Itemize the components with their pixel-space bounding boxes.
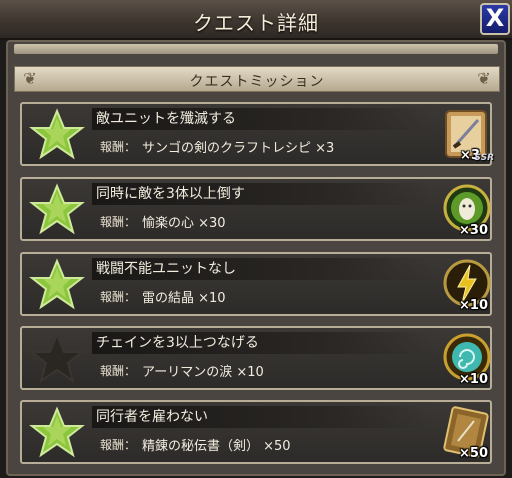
mission-row: チェインを3以上つなげる 報酬： アーリマンの涙 ×10 ×10	[20, 326, 492, 390]
reward-text: 精錬の秘伝書（剣） ×50	[142, 439, 291, 454]
mission-row: 戦闘不能ユニットなし 報酬： 雷の結晶 ×10 ×10	[20, 252, 492, 316]
star-complete-icon	[26, 183, 88, 235]
reward-label: 報酬：	[100, 215, 137, 229]
close-icon: X	[485, 4, 505, 32]
reward-item[interactable]: ×10	[440, 331, 494, 387]
page-title: クエスト詳細	[193, 11, 319, 35]
reward-text: 雷の結晶 ×10	[142, 291, 226, 306]
reward-item[interactable]: ×3 SSR	[440, 107, 494, 163]
reward-quantity: ×10	[459, 298, 488, 313]
mission-row: 同行者を雇わない 報酬： 精錬の秘伝書（剣） ×50 ×50	[20, 400, 492, 464]
mission-name: 同時に敵を3体以上倒す	[92, 183, 432, 205]
reward-item[interactable]: ×50	[440, 405, 494, 461]
star-complete-icon	[26, 108, 88, 160]
mission-row: 同時に敵を3体以上倒す 報酬： 愉楽の心 ×30 ×30	[20, 177, 492, 241]
reward-item[interactable]: ×10	[440, 257, 494, 313]
reward-quantity: ×30	[459, 223, 488, 238]
mission-name: チェインを3以上つなげる	[92, 332, 432, 354]
reward-label: 報酬：	[100, 364, 137, 378]
top-strip	[14, 44, 498, 54]
star-complete-icon	[26, 258, 88, 310]
ornament-right-icon: ❦	[477, 69, 491, 88]
reward-label: 報酬：	[100, 140, 137, 154]
title-bar: クエスト詳細 X	[0, 0, 512, 40]
star-incomplete-icon	[26, 332, 88, 384]
reward-text: サンゴの剣のクラフトレシピ ×3	[142, 141, 335, 156]
section-header: ❦ クエストミッション ❦	[14, 66, 500, 92]
mission-row: 敵ユニットを殲滅する 報酬： サンゴの剣のクラフトレシピ ×3 ×3 SSR	[20, 102, 494, 166]
reward-quantity: ×10	[459, 372, 488, 387]
reward-item[interactable]: ×30	[440, 182, 494, 238]
mission-name: 敵ユニットを殲滅する	[92, 108, 432, 130]
mission-name: 同行者を雇わない	[92, 406, 432, 428]
reward-text: アーリマンの涙 ×10	[142, 365, 264, 380]
mission-name: 戦闘不能ユニットなし	[92, 258, 432, 280]
star-complete-icon	[26, 406, 88, 458]
reward-label: 報酬：	[100, 290, 137, 304]
section-title: クエストミッション	[189, 74, 325, 90]
reward-text: 愉楽の心 ×30	[142, 216, 226, 231]
reward-quantity: ×50	[459, 446, 488, 461]
reward-label: 報酬：	[100, 438, 137, 452]
rarity-badge: SSR	[474, 153, 494, 163]
close-button[interactable]: X	[480, 3, 510, 35]
